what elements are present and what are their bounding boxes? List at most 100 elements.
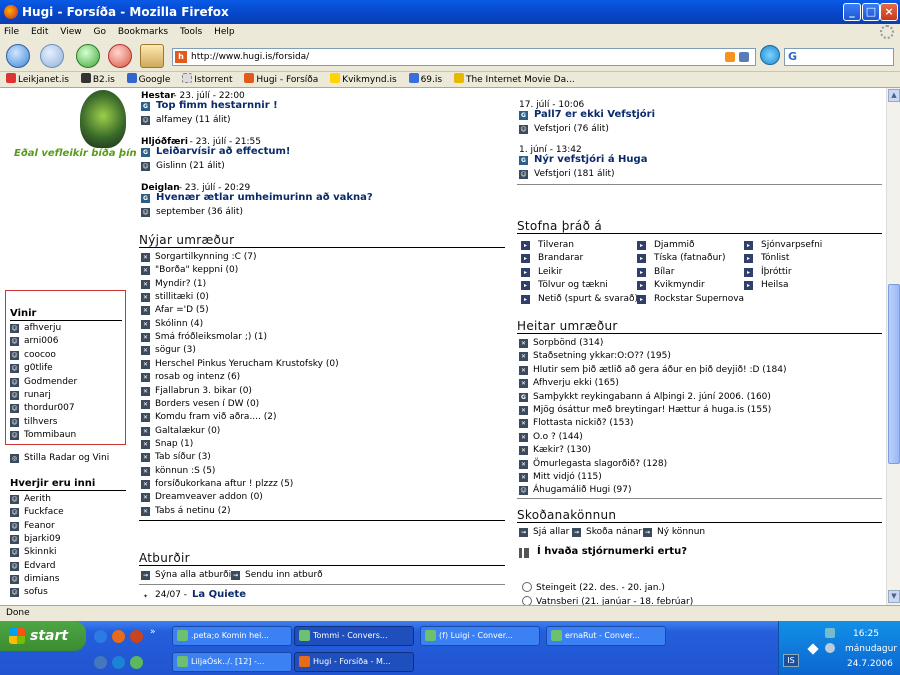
- hot-thread-link[interactable]: Flottasta nickið? (153): [533, 418, 634, 428]
- online-user-link[interactable]: dimians: [24, 574, 59, 584]
- poll-option[interactable]: Steingeit (22. des. - 20. jan.): [536, 583, 665, 593]
- taskbar-window-button[interactable]: (f) Luigi - Conver...: [420, 626, 540, 646]
- back-icon[interactable]: [6, 44, 30, 68]
- banner-slogan[interactable]: Eðal vefleikir bíða þín: [14, 148, 137, 159]
- atburdur-title[interactable]: La Quiete: [192, 589, 246, 600]
- online-user-link[interactable]: bjarki09: [24, 534, 61, 544]
- news-author[interactable]: Vefstjori (76 álit): [534, 124, 609, 134]
- bookmark-item[interactable]: The Internet Movie Da...: [453, 72, 575, 88]
- menu-go[interactable]: Go: [93, 27, 105, 37]
- maximize-button[interactable]: □: [862, 3, 880, 21]
- thread-link[interactable]: Tab síður (3): [155, 452, 211, 462]
- tray-diamond-icon[interactable]: [807, 643, 819, 655]
- online-user-link[interactable]: Edvard: [24, 561, 56, 571]
- vinur-link[interactable]: afhverju: [24, 323, 61, 333]
- stop-icon[interactable]: [108, 44, 132, 68]
- online-user-link[interactable]: Skinnki: [24, 547, 57, 557]
- menu-help[interactable]: Help: [214, 27, 235, 37]
- category-link[interactable]: Sjónvarpsefni: [761, 240, 822, 250]
- article-title[interactable]: Leiðarvísir að effectum!: [156, 146, 290, 157]
- category-link[interactable]: Kvikmyndir: [654, 280, 705, 290]
- article-author[interactable]: Gislinn (21 álit): [156, 161, 225, 171]
- bookmark-item[interactable]: Google: [126, 72, 170, 88]
- bookmark-item[interactable]: Leikjanet.is: [6, 72, 69, 88]
- app-quick-icon[interactable]: [112, 656, 125, 669]
- thread-link[interactable]: forsíðukorkana aftur ! plzzz (5): [155, 479, 293, 489]
- firefox-quick-icon[interactable]: [112, 630, 125, 643]
- banner-logo-icon[interactable]: [80, 90, 126, 148]
- poll-radio[interactable]: [522, 582, 532, 592]
- bookmark-item[interactable]: B2.is: [80, 72, 115, 88]
- article-author[interactable]: alfamey (11 álit): [156, 115, 231, 125]
- thread-link[interactable]: sögur (3): [155, 345, 196, 355]
- sendu-link[interactable]: Sendu inn atburð: [245, 570, 323, 580]
- search-box[interactable]: G: [784, 48, 894, 66]
- vinur-link[interactable]: coocoo: [24, 350, 56, 360]
- synaalla-link[interactable]: Sýna alla atburði: [155, 570, 231, 580]
- app-quick-icon[interactable]: [130, 630, 143, 643]
- online-user-link[interactable]: Feanor: [24, 521, 55, 531]
- msn-icon[interactable]: [94, 656, 107, 669]
- news-title[interactable]: Pall7 er ekki Vefstjóri: [534, 109, 655, 120]
- thread-link[interactable]: Myndir? (1): [155, 279, 206, 289]
- online-user-link[interactable]: Fuckface: [24, 507, 64, 517]
- thread-link[interactable]: Sorgartilkynning :C (7): [155, 252, 257, 262]
- language-indicator[interactable]: IS: [783, 654, 799, 667]
- category-link[interactable]: Bílar: [654, 267, 674, 277]
- thread-link[interactable]: rosab og intenz (6): [155, 372, 240, 382]
- scroll-up-icon[interactable]: ▲: [888, 89, 900, 102]
- category-link[interactable]: Leikir: [538, 267, 562, 277]
- scroll-thumb[interactable]: [888, 284, 900, 464]
- close-button[interactable]: ×: [880, 3, 898, 21]
- category-link[interactable]: Tölvur og tækni: [538, 280, 608, 290]
- vinur-link[interactable]: arni006: [24, 336, 58, 346]
- hot-thread-link[interactable]: Áhugamálið Hugi (97): [533, 485, 631, 495]
- thread-link[interactable]: Skólinn (4): [155, 319, 203, 329]
- category-link[interactable]: Djammið: [654, 240, 695, 250]
- minimize-button[interactable]: _: [843, 3, 861, 21]
- hot-thread-link[interactable]: O.o ? (144): [533, 432, 583, 442]
- network-icon[interactable]: [825, 628, 835, 638]
- bookmark-item[interactable]: Istorrent: [182, 72, 232, 88]
- skodananar-link[interactable]: Skoða nánar: [586, 527, 642, 537]
- hot-thread-link[interactable]: Hlutir sem þið ætlið að gera áður en þið…: [533, 365, 787, 375]
- thread-link[interactable]: könnun :S (5): [155, 466, 215, 476]
- thread-link[interactable]: Fjallabrun 3. bikar (0): [155, 386, 252, 396]
- thread-link[interactable]: Komdu fram við aðra.... (2): [155, 412, 277, 422]
- online-user-link[interactable]: Aerith: [24, 494, 51, 504]
- taskbar-window-button[interactable]: .peta;o Komin hei...: [172, 626, 292, 646]
- scroll-down-icon[interactable]: ▼: [888, 590, 900, 603]
- online-user-link[interactable]: sofus: [24, 587, 48, 597]
- category-link[interactable]: Tilveran: [538, 240, 574, 250]
- hot-thread-link[interactable]: Mjög ósáttur með breytingar! Hættur á hu…: [533, 405, 771, 415]
- thread-link[interactable]: Smá fróðleiksmolar ;) (1): [155, 332, 267, 342]
- menu-bookmarks[interactable]: Bookmarks: [118, 27, 168, 37]
- category-link[interactable]: Heilsa: [761, 280, 789, 290]
- vinur-link[interactable]: thordur007: [24, 403, 75, 413]
- vinur-link[interactable]: Godmender: [24, 377, 77, 387]
- sjaallar-link[interactable]: Sjá allar: [533, 527, 569, 537]
- bookmark-item[interactable]: Hugi - Forsíða: [244, 72, 318, 88]
- menu-view[interactable]: View: [60, 27, 81, 37]
- start-button[interactable]: start: [0, 621, 86, 651]
- taskbar-window-button[interactable]: Hugi - Forsíða - M...: [294, 652, 414, 672]
- hot-thread-link[interactable]: Ömurlegasta slagorðið? (128): [533, 459, 667, 469]
- thread-link[interactable]: Herschel Pinkus Yerucham Krustofsky (0): [155, 359, 339, 369]
- vinur-link[interactable]: tilhvers: [24, 417, 58, 427]
- thread-link[interactable]: Borders vesen í DW (0): [155, 399, 259, 409]
- quicklaunch-expand-icon[interactable]: »: [150, 627, 156, 637]
- dropdown-icon[interactable]: [739, 52, 749, 62]
- category-link[interactable]: Tónlist: [761, 253, 789, 263]
- hot-thread-link[interactable]: Staðsetning ykkar:O:O?? (195): [533, 351, 671, 361]
- forward-icon[interactable]: [40, 44, 64, 68]
- category-link[interactable]: Brandarar: [538, 253, 583, 263]
- stilla-link[interactable]: Stilla Radar og Vini: [24, 453, 109, 463]
- hot-thread-link[interactable]: Kækir? (130): [533, 445, 591, 455]
- hot-thread-link[interactable]: Sorpbönd (314): [533, 338, 603, 348]
- clock-time[interactable]: 16:25: [853, 629, 879, 639]
- vertical-scrollbar[interactable]: ▲ ▼: [886, 88, 900, 605]
- menu-file[interactable]: File: [4, 27, 19, 37]
- poll-radio[interactable]: [522, 596, 532, 605]
- home-icon[interactable]: [140, 44, 164, 68]
- article-title[interactable]: Top fimm hestarnnir !: [156, 100, 278, 111]
